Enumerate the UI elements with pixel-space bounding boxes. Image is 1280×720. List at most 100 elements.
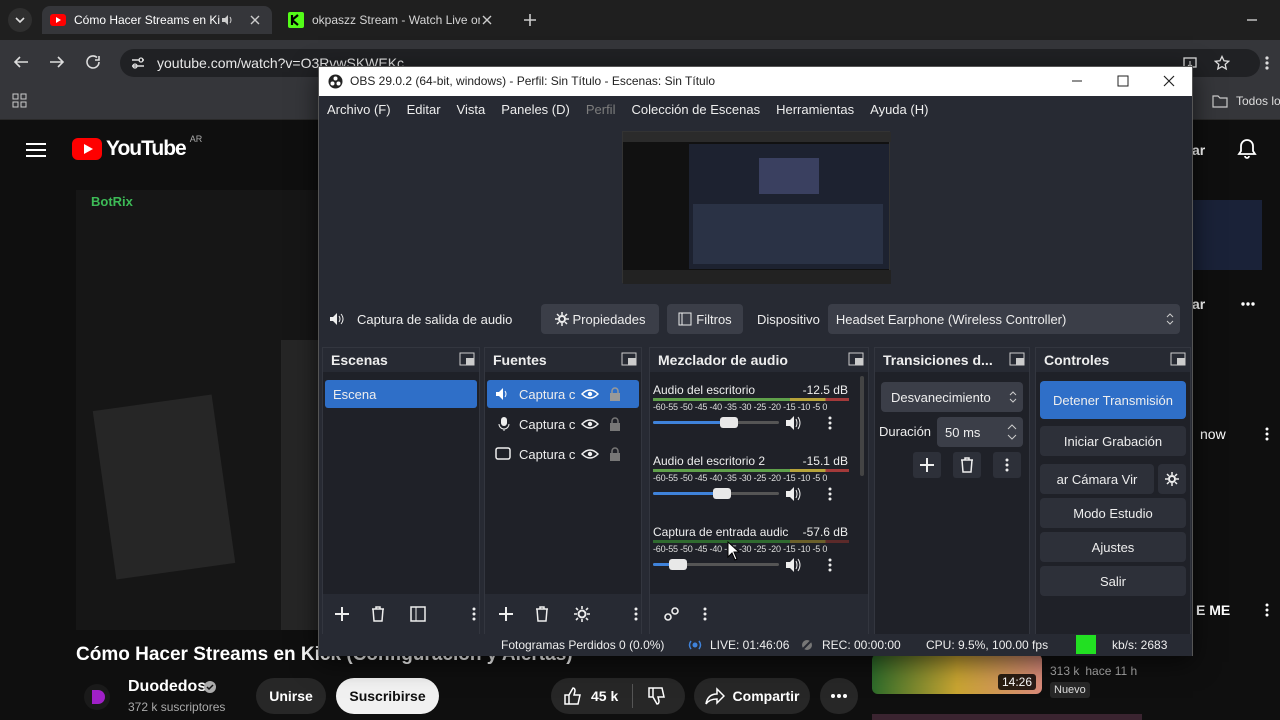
speaker-icon[interactable] <box>785 486 803 502</box>
device-select[interactable]: Headset Earphone (Wireless Controller) <box>827 304 1180 334</box>
new-tab-icon[interactable] <box>522 12 538 28</box>
like-count[interactable]: 45 k <box>591 688 618 704</box>
more-vertical-icon[interactable] <box>827 486 833 502</box>
trash-icon[interactable] <box>369 605 387 623</box>
studio-mode-button[interactable]: Modo Estudio <box>1040 498 1186 528</box>
apps-grid-icon[interactable] <box>12 93 28 109</box>
more-actions-button[interactable] <box>820 678 858 714</box>
minimize-icon[interactable] <box>1071 75 1083 87</box>
scene-item[interactable]: Escena <box>325 380 477 408</box>
speaker-icon[interactable] <box>785 557 803 573</box>
next-related-thumbnail[interactable] <box>872 714 1142 720</box>
lock-icon[interactable] <box>609 417 621 431</box>
slider-handle[interactable] <box>669 559 687 570</box>
slider-handle[interactable] <box>720 417 738 428</box>
lock-icon[interactable] <box>609 447 621 461</box>
menu-ayuda[interactable]: Ayuda (H) <box>870 102 928 117</box>
float-dock-icon[interactable] <box>459 352 475 366</box>
slider-handle[interactable] <box>713 488 731 499</box>
more-options-icon[interactable] <box>1240 296 1256 312</box>
menu-vista[interactable]: Vista <box>457 102 486 117</box>
properties-button[interactable]: Propiedades <box>541 304 659 334</box>
float-dock-icon[interactable] <box>621 352 637 366</box>
volume-slider[interactable] <box>653 417 779 428</box>
source-item-mic[interactable]: Captura c <box>487 410 639 438</box>
back-arrow-icon[interactable] <box>12 54 30 70</box>
bookmark-all[interactable]: Todos lo <box>1236 94 1280 108</box>
subscribe-button[interactable]: Suscribirse <box>336 678 439 714</box>
notifications-bell-icon[interactable] <box>1237 138 1257 160</box>
close-tab-icon[interactable] <box>480 13 494 27</box>
add-transition-button[interactable] <box>913 452 941 478</box>
tab-kick[interactable]: okpaszz Stream - Watch Live on <box>280 6 510 34</box>
more-vertical-icon[interactable] <box>702 605 708 623</box>
channel-name[interactable]: Duodedos <box>128 678 206 696</box>
virtual-camera-settings-button[interactable] <box>1158 464 1186 494</box>
eye-icon[interactable] <box>581 388 599 400</box>
share-button[interactable]: Compartir <box>694 678 810 714</box>
tab-youtube[interactable]: Cómo Hacer Streams en Kick <box>42 6 272 34</box>
maximize-icon[interactable] <box>1117 75 1129 87</box>
filters-button[interactable]: Filtros <box>667 304 743 334</box>
menu-coleccion-escenas[interactable]: Colección de Escenas <box>631 102 760 117</box>
transition-properties-button[interactable] <box>993 452 1021 478</box>
hamburger-menu-icon[interactable] <box>26 142 46 158</box>
speaker-icon[interactable] <box>785 415 803 431</box>
float-dock-icon[interactable] <box>1009 352 1025 366</box>
more-vertical-icon[interactable] <box>471 605 477 623</box>
advanced-audio-icon[interactable] <box>662 605 680 623</box>
more-options-icon[interactable] <box>1262 426 1272 442</box>
volume-slider[interactable] <box>653 488 779 499</box>
tab-search-button[interactable] <box>8 8 32 32</box>
menu-paneles[interactable]: Paneles (D) <box>501 102 570 117</box>
float-dock-icon[interactable] <box>848 352 864 366</box>
obs-title-bar[interactable]: OBS 29.0.2 (64-bit, windows) - Perfil: S… <box>319 67 1192 96</box>
source-item-audio-output[interactable]: Captura c <box>487 380 639 408</box>
more-vertical-icon[interactable] <box>827 557 833 573</box>
reload-icon[interactable] <box>85 54 103 70</box>
close-icon[interactable] <box>1163 75 1175 87</box>
channel-avatar[interactable] <box>84 684 110 710</box>
more-vertical-icon[interactable] <box>633 605 639 623</box>
add-icon[interactable] <box>333 605 351 623</box>
lock-icon[interactable] <box>609 387 621 401</box>
trash-icon[interactable] <box>533 605 551 623</box>
menu-editar[interactable]: Editar <box>407 102 441 117</box>
obs-preview[interactable] <box>622 131 891 284</box>
ad-banner-thumbnail[interactable] <box>1192 200 1262 270</box>
stop-streaming-button[interactable]: Detener Transmisión <box>1040 381 1186 419</box>
volume-slider[interactable] <box>653 559 779 570</box>
filter-icon[interactable] <box>409 605 427 623</box>
more-vertical-icon[interactable] <box>827 415 833 431</box>
forward-arrow-icon[interactable] <box>48 54 66 70</box>
remove-transition-button[interactable] <box>953 452 981 478</box>
video-player[interactable]: BotRix <box>76 190 321 630</box>
close-tab-icon[interactable] <box>248 13 262 27</box>
mixer-scrollbar[interactable] <box>860 376 864 476</box>
minimize-window-icon[interactable] <box>1244 12 1260 28</box>
site-info-icon[interactable] <box>130 55 146 71</box>
thumbs-up-icon[interactable] <box>563 686 583 706</box>
eye-icon[interactable] <box>581 418 599 430</box>
gear-icon[interactable] <box>573 605 591 623</box>
more-options-icon[interactable] <box>1262 602 1272 618</box>
eye-icon[interactable] <box>581 448 599 460</box>
transition-select[interactable]: Desvanecimiento <box>881 382 1023 412</box>
menu-herramientas[interactable]: Herramientas <box>776 102 854 117</box>
menu-perfil[interactable]: Perfil <box>586 102 616 117</box>
virtual-camera-button[interactable]: ar Cámara Vir <box>1040 464 1154 494</box>
add-icon[interactable] <box>497 605 515 623</box>
exit-button[interactable]: Salir <box>1040 566 1186 596</box>
join-button[interactable]: Unirse <box>256 678 326 714</box>
thumbs-down-icon[interactable] <box>647 686 667 706</box>
settings-button[interactable]: Ajustes <box>1040 532 1186 562</box>
float-dock-icon[interactable] <box>1170 352 1186 366</box>
source-item-display[interactable]: Captura c <box>487 440 639 468</box>
menu-archivo[interactable]: Archivo (F) <box>327 102 391 117</box>
browser-menu-icon[interactable] <box>1262 55 1272 71</box>
duration-spinbox[interactable]: 50 ms <box>937 417 1023 447</box>
youtube-logo[interactable]: YouTube AR <box>72 134 202 161</box>
spin-arrows-icon[interactable] <box>1007 423 1017 441</box>
start-recording-button[interactable]: Iniciar Grabación <box>1040 426 1186 456</box>
related-video-thumbnail[interactable]: 14:26 <box>872 654 1042 694</box>
